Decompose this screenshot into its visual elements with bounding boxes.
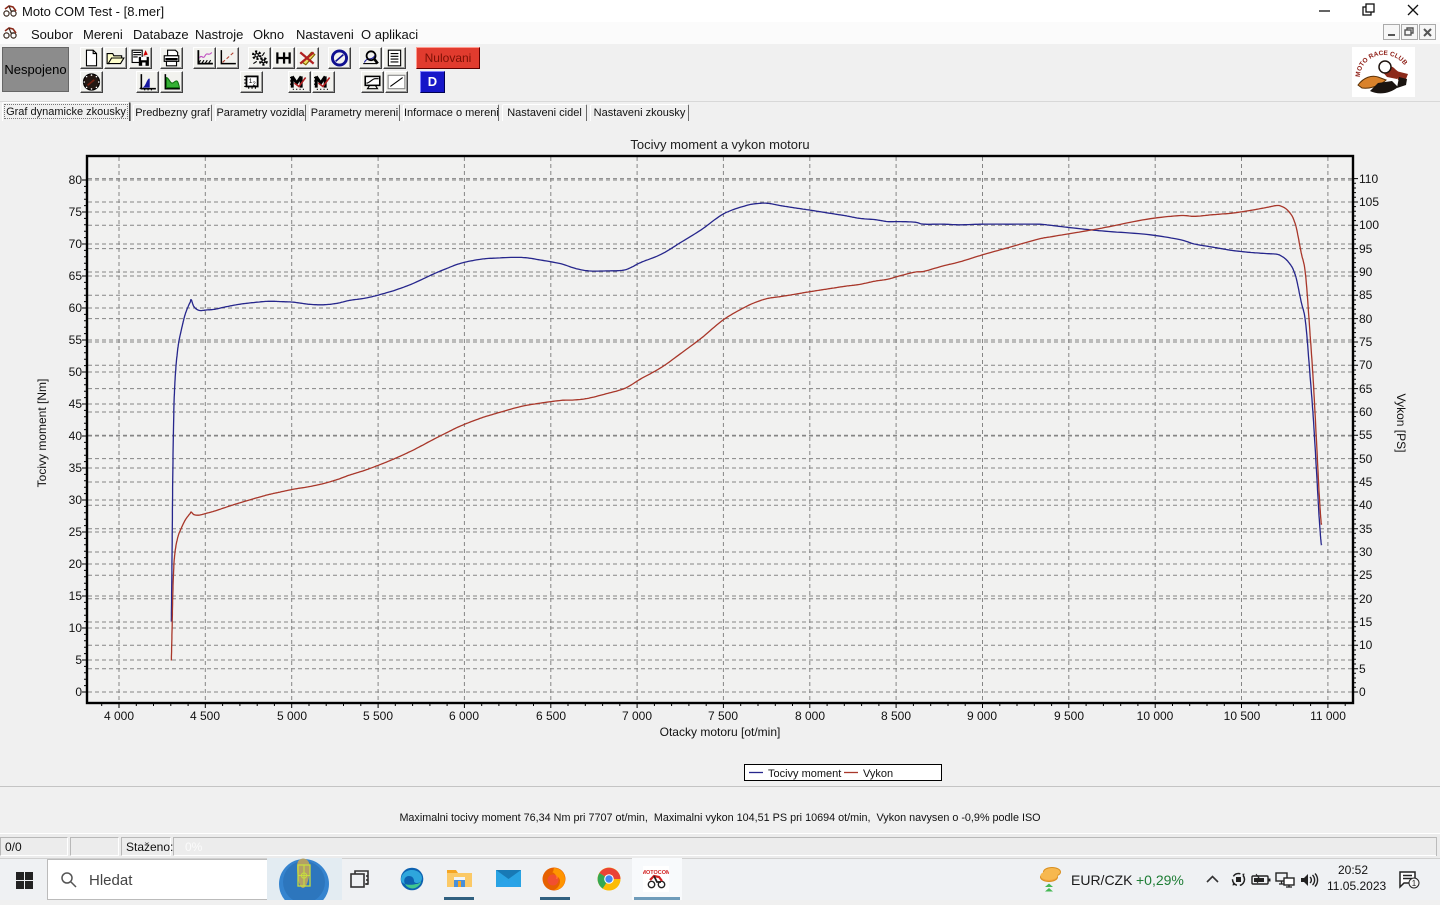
svg-text:1: 1 [1412, 879, 1417, 888]
svg-text:4 500: 4 500 [190, 709, 220, 723]
svg-text:Tocivy moment [Nm]: Tocivy moment [Nm] [35, 379, 49, 488]
svg-text:4 000: 4 000 [104, 709, 134, 723]
svg-text:15: 15 [1359, 615, 1373, 629]
svg-text:90: 90 [1359, 265, 1373, 279]
svg-text:MOTOCOM: MOTOCOM [643, 870, 669, 876]
svg-text:6 500: 6 500 [536, 709, 566, 723]
svg-text:25: 25 [1359, 568, 1373, 582]
svg-text:65: 65 [69, 269, 83, 283]
svg-text:7 500: 7 500 [708, 709, 738, 723]
svg-text:70: 70 [1359, 358, 1373, 372]
svg-text:0: 0 [75, 685, 82, 699]
svg-text:70: 70 [69, 237, 83, 251]
svg-text:60: 60 [69, 301, 83, 315]
svg-text:30: 30 [69, 493, 83, 507]
svg-text:85: 85 [1359, 288, 1373, 302]
svg-text:5: 5 [75, 653, 82, 667]
svg-text:25: 25 [69, 525, 83, 539]
svg-text:20: 20 [69, 557, 83, 571]
svg-text:9 000: 9 000 [967, 709, 997, 723]
svg-text:10: 10 [69, 621, 83, 635]
svg-text:Vykon [PS]: Vykon [PS] [1394, 394, 1408, 453]
svg-text:35: 35 [1359, 522, 1373, 536]
svg-text:40: 40 [1359, 498, 1373, 512]
svg-text:35: 35 [69, 461, 83, 475]
svg-text:95: 95 [1359, 242, 1373, 256]
svg-text:40: 40 [69, 429, 83, 443]
svg-text:8 500: 8 500 [881, 709, 911, 723]
svg-text:55: 55 [1359, 428, 1373, 442]
svg-text:80: 80 [69, 173, 83, 187]
svg-text:80: 80 [1359, 312, 1373, 326]
svg-text:11 000: 11 000 [1310, 709, 1346, 723]
svg-text:20: 20 [1359, 592, 1373, 606]
svg-text:30: 30 [1359, 545, 1373, 559]
svg-text:15: 15 [69, 589, 83, 603]
svg-text:50: 50 [1359, 452, 1373, 466]
svg-text:10: 10 [1359, 638, 1373, 652]
svg-text:5 500: 5 500 [363, 709, 393, 723]
svg-text:8 000: 8 000 [795, 709, 825, 723]
svg-text:10 500: 10 500 [1224, 709, 1261, 723]
svg-text:0: 0 [1359, 685, 1366, 699]
svg-text:6 000: 6 000 [449, 709, 479, 723]
svg-text:Tocivy moment: Tocivy moment [768, 768, 841, 780]
svg-text:55: 55 [69, 333, 83, 347]
svg-text:7 000: 7 000 [622, 709, 652, 723]
svg-text:Otacky motoru [ot/min]: Otacky motoru [ot/min] [660, 725, 781, 739]
svg-text:100: 100 [1359, 218, 1379, 232]
svg-text:Tocivy moment a vykon motoru: Tocivy moment a vykon motoru [630, 137, 809, 152]
svg-text:Vykon: Vykon [863, 768, 893, 780]
svg-text:60: 60 [1359, 405, 1373, 419]
svg-text:45: 45 [69, 397, 83, 411]
svg-text:10 000: 10 000 [1137, 709, 1174, 723]
svg-text:75: 75 [1359, 335, 1373, 349]
svg-text:5: 5 [1359, 662, 1366, 676]
svg-text:50: 50 [69, 365, 83, 379]
svg-text:110: 110 [1359, 172, 1378, 186]
svg-text:2: 2 [253, 81, 256, 87]
svg-text:65: 65 [1359, 382, 1373, 396]
svg-text:45: 45 [1359, 475, 1373, 489]
svg-text:105: 105 [1359, 195, 1379, 209]
svg-text:5 000: 5 000 [277, 709, 307, 723]
svg-text:9 500: 9 500 [1054, 709, 1084, 723]
svg-text:75: 75 [69, 205, 83, 219]
